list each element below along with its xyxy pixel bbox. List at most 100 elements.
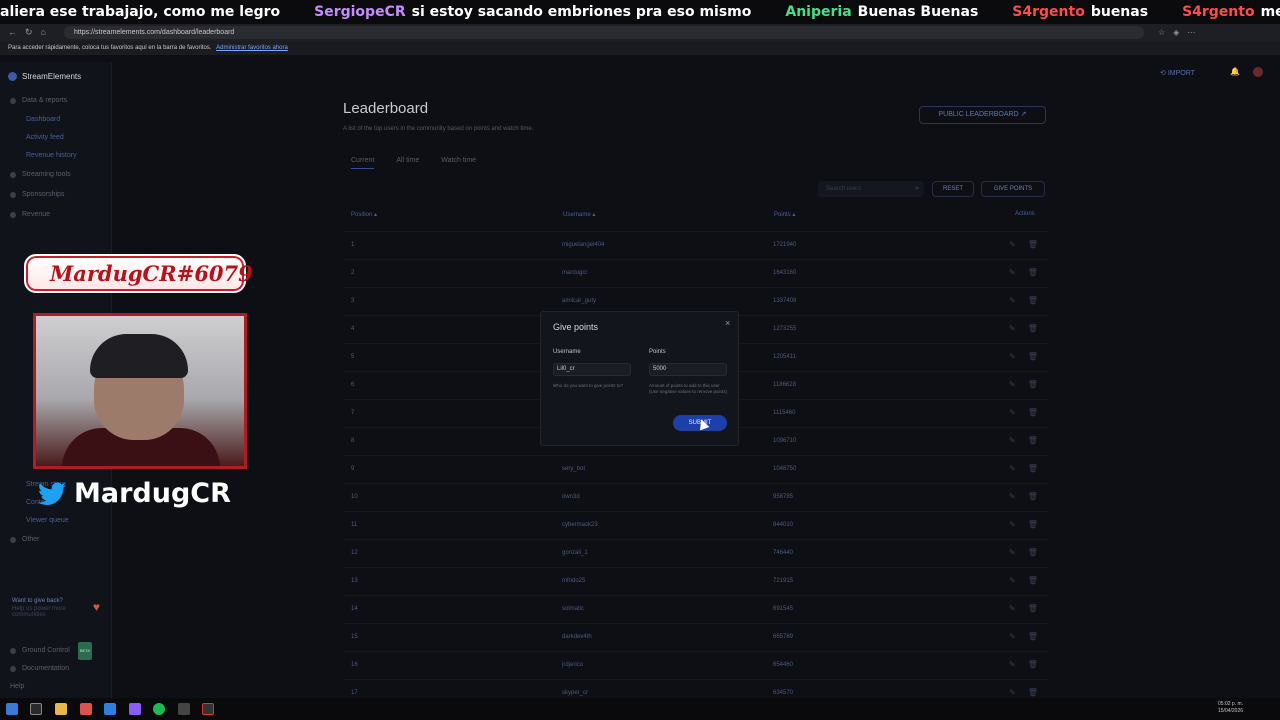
public-leaderboard-button[interactable]: PUBLIC LEADERBOARD ↗ — [919, 106, 1046, 124]
row-actions: ✎ 🗑 — [1009, 604, 1038, 613]
give-back-card[interactable]: Want to give back? Help us power more co… — [0, 592, 112, 624]
brand[interactable]: StreamElements — [0, 62, 111, 91]
trash-icon[interactable]: 🗑 — [1028, 660, 1038, 669]
row-position: 10 — [351, 494, 358, 500]
edit-icon[interactable]: ✎ — [1009, 352, 1016, 361]
sidebar-item-help[interactable]: Help — [0, 678, 112, 696]
trash-icon[interactable]: 🗑 — [1028, 268, 1038, 277]
edit-icon[interactable]: ✎ — [1009, 436, 1016, 445]
import-button[interactable]: ⟲ IMPORT — [1160, 69, 1195, 77]
trash-icon[interactable]: 🗑 — [1028, 604, 1038, 613]
row-points: 958785 — [773, 494, 794, 500]
col-points[interactable]: Points ▴ — [774, 211, 795, 218]
sidebar-group-revenue[interactable]: Revenue — [0, 205, 111, 225]
edit-icon[interactable]: ✎ — [1009, 660, 1016, 669]
row-username: miguelangel404 — [562, 242, 605, 248]
points-field[interactable]: 5000 — [649, 363, 727, 376]
obs-icon[interactable] — [202, 703, 214, 715]
sidebar-bottom: Ground Control BETA Documentation Help — [0, 642, 112, 696]
import-icon: ⟲ — [1160, 70, 1168, 77]
edit-icon[interactable]: ✎ — [1009, 324, 1016, 333]
chat-username: Aniperia — [785, 4, 852, 20]
reset-button[interactable]: RESET — [932, 181, 974, 197]
search-icon[interactable] — [30, 703, 42, 715]
extensions-icon[interactable]: ◈ — [1173, 28, 1179, 37]
row-position: 6 — [351, 382, 355, 388]
trash-icon[interactable]: 🗑 — [1028, 688, 1038, 697]
system-clock[interactable]: 05:02 p. m. 15/04/2026 — [1218, 701, 1243, 715]
row-actions: ✎ 🗑 — [1009, 632, 1038, 641]
edit-icon[interactable]: ✎ — [1009, 492, 1016, 501]
trash-icon[interactable]: 🗑 — [1028, 296, 1038, 305]
twitter-handle: MardugCR — [74, 478, 231, 509]
trash-icon[interactable]: 🗑 — [1028, 380, 1038, 389]
row-points: 654460 — [773, 662, 794, 668]
table-row: 1 miguelangel404 1721940 ✎ 🗑 — [343, 231, 1047, 259]
search-input[interactable]: Search users ⌕ — [818, 181, 924, 197]
sidebar-item-documentation[interactable]: Documentation — [0, 660, 112, 678]
edit-icon[interactable]: ✎ — [1009, 380, 1016, 389]
back-icon[interactable]: ← — [8, 27, 17, 38]
trash-icon[interactable]: 🗑 — [1028, 520, 1038, 529]
trash-icon[interactable]: 🗑 — [1028, 548, 1038, 557]
trash-icon[interactable]: 🗑 — [1028, 408, 1038, 417]
table-row: 9 sery_bot 1048750 ✎ 🗑 — [343, 455, 1047, 483]
username-field[interactable]: Lil0_cr — [553, 363, 631, 376]
star-icon[interactable]: ☆ — [1158, 28, 1165, 37]
edit-icon[interactable]: ✎ — [1009, 548, 1016, 557]
edit-icon[interactable]: ✎ — [1009, 408, 1016, 417]
sidebar-item-revenue-history[interactable]: Revenue history — [0, 147, 111, 165]
edit-icon[interactable]: ✎ — [1009, 576, 1016, 585]
row-actions: ✎ 🗑 — [1009, 268, 1038, 277]
edit-icon[interactable]: ✎ — [1009, 632, 1016, 641]
sidebar-group-data-reports[interactable]: Data & reports — [0, 91, 111, 111]
heart-icon: ♥ — [92, 600, 100, 614]
sidebar-item-viewer-queue[interactable]: Viewer queue — [0, 512, 112, 530]
sidebar-item-ground-control[interactable]: Ground Control BETA — [0, 642, 112, 660]
sidebar-item-dashboard[interactable]: Dashboard — [0, 111, 111, 129]
app-icon[interactable] — [80, 703, 92, 715]
close-icon[interactable]: × — [725, 318, 730, 328]
sidebar-group-streaming-tools[interactable]: Streaming tools — [0, 165, 111, 185]
trash-icon[interactable]: 🗑 — [1028, 240, 1038, 249]
manage-bookmarks-link[interactable]: Administrar favoritos ahora — [216, 45, 288, 51]
edit-icon[interactable]: ✎ — [1009, 296, 1016, 305]
edit-icon[interactable]: ✎ — [1009, 520, 1016, 529]
edit-icon[interactable]: ✎ — [1009, 688, 1016, 697]
trash-icon[interactable]: 🗑 — [1028, 436, 1038, 445]
home-icon[interactable]: ⌂ — [41, 27, 46, 38]
reload-icon[interactable]: ↻ — [25, 27, 33, 38]
spotify-icon[interactable] — [153, 703, 165, 715]
edit-icon[interactable]: ✎ — [1009, 268, 1016, 277]
trash-icon[interactable]: 🗑 — [1028, 576, 1038, 585]
tab-current[interactable]: Current — [351, 157, 375, 169]
trash-icon[interactable]: 🗑 — [1028, 632, 1038, 641]
row-actions: ✎ 🗑 — [1009, 688, 1038, 697]
trash-icon[interactable]: 🗑 — [1028, 464, 1038, 473]
col-username[interactable]: Username ▴ — [563, 211, 595, 218]
col-position[interactable]: Position ▴ — [351, 211, 377, 218]
tab-watch-time[interactable]: Watch time — [441, 157, 476, 169]
edit-icon[interactable]: ✎ — [1009, 464, 1016, 473]
browser-icon[interactable] — [104, 703, 116, 715]
trash-icon[interactable]: 🗑 — [1028, 492, 1038, 501]
edit-icon[interactable]: ✎ — [1009, 604, 1016, 613]
start-icon[interactable] — [6, 703, 18, 715]
trash-icon[interactable]: 🗑 — [1028, 352, 1038, 361]
edit-icon[interactable]: ✎ — [1009, 240, 1016, 249]
give-points-button[interactable]: GIVE POINTS — [981, 181, 1045, 197]
tab-all-time[interactable]: All time — [396, 157, 419, 169]
menu-icon[interactable]: ⋯ — [1187, 28, 1195, 37]
address-bar[interactable]: https://streamelements.com/dashboard/lea… — [64, 26, 1144, 39]
coin-icon — [10, 212, 16, 218]
sidebar-item-activity-feed[interactable]: Activity feed — [0, 129, 111, 147]
bell-icon[interactable]: 🔔 — [1230, 67, 1240, 76]
avatar[interactable] — [1253, 67, 1263, 77]
folder-icon[interactable] — [55, 703, 67, 715]
trash-icon[interactable]: 🗑 — [1028, 324, 1038, 333]
sidebar-group-sponsorships[interactable]: Sponsorships — [0, 185, 111, 205]
discord-taskbar-icon[interactable] — [129, 703, 141, 715]
sidebar-group-other[interactable]: Other — [0, 530, 112, 550]
app2-icon[interactable] — [178, 703, 190, 715]
row-points: 721915 — [773, 578, 794, 584]
